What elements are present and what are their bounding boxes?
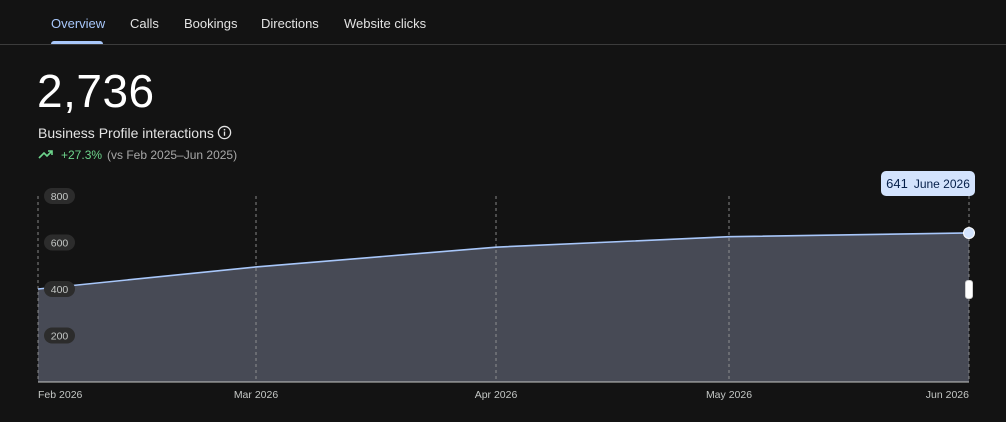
chart-tooltip: 641 June 2026 [881, 171, 975, 196]
x-tick-label-4: Jun 2026 [926, 389, 969, 401]
area-fill [38, 232, 969, 382]
y-tick-label-400: 400 [51, 284, 69, 296]
tooltip-period: June 2026 [913, 176, 970, 191]
interactions-area-chart: 800 600 400 200 Feb 2026 Mar 2026 Apr 2026 May … [37, 188, 975, 401]
y-tick-label-800: 800 [51, 191, 69, 203]
y-tick-label-600: 600 [51, 238, 69, 250]
tooltip-value: 641 [886, 176, 908, 191]
x-tick-label-0: Feb 2026 [38, 389, 83, 401]
chart-scroll-handle[interactable] [965, 280, 973, 299]
data-point-4 [963, 226, 975, 239]
x-tick-label-3: May 2026 [706, 389, 752, 401]
x-tick-label-1: Mar 2026 [234, 389, 279, 401]
x-tick-label-2: Apr 2026 [475, 389, 518, 401]
y-tick-label-200: 200 [51, 331, 69, 343]
